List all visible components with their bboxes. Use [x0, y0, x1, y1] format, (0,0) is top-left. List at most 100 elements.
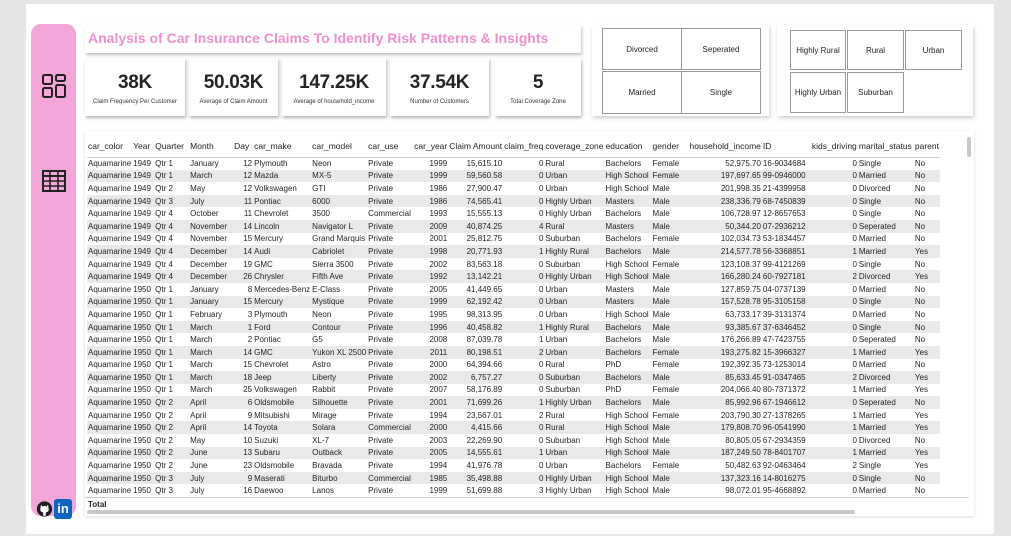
column-header[interactable]: Claim Amount	[448, 135, 504, 158]
slicer-tile-highly-urban[interactable]: Highly Urban	[790, 72, 846, 113]
table-cell: No	[913, 320, 940, 334]
table-row[interactable]: Aquamarine 1949 Qtr 3 July 11 Pontiac 6000 Priv…	[87, 194, 940, 208]
column-header[interactable]: coverage_zone	[544, 135, 605, 158]
table-cell: Qtr 1	[155, 335, 173, 345]
table-cell: 1950	[132, 446, 155, 460]
slicer-tile-seperated[interactable]: Seperated	[681, 28, 761, 70]
table-cell: GMC	[254, 259, 273, 269]
slicer-tile-married[interactable]: Married	[602, 71, 682, 114]
horizontal-scrollbar[interactable]	[87, 510, 855, 514]
table-cell: June	[189, 446, 234, 460]
table-cell: Fifth Ave	[311, 270, 368, 283]
column-header[interactable]: Month	[189, 135, 234, 158]
table-cell: Yukon XL 2500	[311, 345, 368, 359]
table-cell: 60-7927181	[761, 270, 811, 283]
table-row[interactable]: Aquamarine 1950 Qtr 3 July 16 Daewoo Lanos Priv…	[87, 484, 940, 497]
table-cell: 15	[243, 360, 253, 370]
linkedin-icon[interactable]: in	[54, 499, 72, 519]
column-header[interactable]: household_income	[688, 135, 762, 158]
table-row[interactable]: Aquamarine 1950 Qtr 1 March 2 Pontiac G5 Privat…	[87, 333, 940, 346]
table-cell: Volkswagen	[254, 183, 297, 193]
table-row[interactable]: Aquamarine 1950 Qtr 2 April 6 Oldsmobile Silho…	[87, 396, 940, 409]
table-cell: Aquamarine	[88, 183, 132, 193]
table-cell: 0	[538, 159, 544, 169]
column-header[interactable]: ID	[761, 135, 811, 158]
table-cell: 1949	[132, 219, 155, 233]
table-cell: 1986	[429, 183, 448, 193]
dashboard-icon[interactable]	[41, 73, 67, 99]
column-header[interactable]: parent	[913, 135, 940, 158]
table-cell: 2	[538, 410, 544, 420]
table-cell: 50,482.63	[725, 461, 761, 471]
table-row[interactable]: Aquamarine 1950 Qtr 2 April 9 Mitsubishi Mirag…	[87, 409, 940, 422]
table-cell: Aquamarine	[87, 295, 133, 309]
table-row[interactable]: Aquamarine 1949 Qtr 1 March 12 Mazda MX-5 Priva…	[87, 169, 940, 183]
table-cell: Private	[367, 345, 414, 359]
slicer-tile-urban[interactable]: Urban	[905, 30, 962, 70]
column-header[interactable]: Year	[132, 135, 155, 158]
github-icon[interactable]	[36, 499, 53, 519]
column-header[interactable]: gender	[651, 135, 689, 158]
column-header[interactable]: Quarter	[154, 135, 190, 158]
table-cell: Aquamarine	[88, 360, 132, 370]
table-grid-icon[interactable]	[41, 168, 67, 194]
column-header[interactable]: Day	[233, 135, 254, 158]
table-row[interactable]: Aquamarine 1949 Qtr 4 December 19 GMC Sierra 3…	[87, 258, 940, 271]
table-row[interactable]: Aquamarine 1949 Qtr 1 January 12 Plymouth Neon…	[87, 157, 940, 170]
column-header[interactable]: car_model	[311, 135, 368, 158]
table-row[interactable]: Aquamarine 1949 Qtr 2 May 12 Volkswagen GTI Pri…	[87, 182, 940, 195]
table-row[interactable]: Aquamarine 1949 Qtr 4 December 26 Chrysler Fif…	[87, 270, 940, 283]
table-row[interactable]: Aquamarine 1949 Qtr 4 November 15 Mercury Gran…	[87, 233, 940, 246]
table-row[interactable]: Aquamarine 1950 Qtr 3 July 9 Maserati Biturbo C…	[87, 471, 940, 485]
table-cell: No	[914, 335, 926, 345]
column-header[interactable]: education	[604, 135, 652, 158]
table-row[interactable]: Aquamarine 1950 Qtr 1 March 25 Volkswagen Rabb…	[87, 384, 940, 397]
slicer-tile-highly-rural[interactable]: Highly Rural	[790, 30, 846, 70]
slicer-tile-rural[interactable]: Rural	[847, 30, 904, 70]
table-cell: Highly Urban	[544, 194, 605, 208]
column-header[interactable]: car_make	[253, 135, 312, 158]
table-row[interactable]: Aquamarine 1950 Qtr 2 May 10 Suzuki XL-7 Privat…	[87, 434, 940, 447]
table-row[interactable]: Aquamarine 1950 Qtr 1 March 15 Chevrolet Astro…	[87, 359, 940, 372]
table-row[interactable]: Aquamarine 1950 Qtr 1 February 3 Plymouth Neon…	[87, 308, 940, 321]
column-header[interactable]: marital_status	[857, 135, 914, 158]
table-cell: Astro	[312, 360, 331, 370]
table-cell: Male	[652, 309, 670, 319]
table-row[interactable]: Aquamarine 1950 Qtr 2 April 14 Toyota Solara Co…	[87, 421, 940, 435]
table-cell: 14-8016275	[761, 471, 811, 485]
table-cell: December	[189, 245, 234, 258]
table-cell: Male	[651, 446, 689, 460]
column-header[interactable]: claim_freq	[503, 135, 545, 158]
table-cell: 8	[247, 284, 253, 294]
table-cell: Female	[652, 360, 680, 370]
table-row[interactable]: Aquamarine 1950 Qtr 1 January 8 Mercedes-Benz…	[87, 283, 940, 296]
table-cell: 2009	[413, 219, 449, 233]
column-header[interactable]: car_use	[367, 135, 414, 158]
table-cell: Male	[651, 421, 689, 435]
table-row[interactable]: Aquamarine 1950 Qtr 2 June 13 Subaru Outback Pr…	[87, 446, 940, 460]
vertical-scrollbar[interactable]	[967, 137, 971, 157]
column-header[interactable]: kids_driving	[810, 135, 858, 158]
slicer-tile-suburban[interactable]: Suburban	[847, 72, 904, 113]
table-cell: Married	[858, 284, 887, 294]
table-cell: Seperated	[858, 335, 896, 345]
table-row[interactable]: Aquamarine 1949 Qtr 4 December 14 Audi Cabriol…	[87, 245, 940, 258]
table-cell: 1999	[429, 486, 448, 496]
table-cell: Urban	[545, 183, 568, 193]
slicer-tile-divorced[interactable]: Divorced	[602, 28, 682, 70]
table-cell: 1950	[133, 461, 151, 471]
table-cell: Mystique	[311, 295, 368, 309]
table-cell: Urban	[545, 335, 568, 345]
table-row[interactable]: Aquamarine 1949 Qtr 4 November 14 Lincoln Navi…	[87, 219, 940, 233]
slicer-tile-single[interactable]: Single	[681, 71, 761, 114]
table-cell: 62,192.42	[448, 295, 504, 309]
table-row[interactable]: Aquamarine 1950 Qtr 1 March 18 Jeep Liberty Pri…	[87, 371, 940, 384]
table-cell: Qtr 1	[155, 385, 173, 395]
column-header[interactable]: car_color	[87, 135, 133, 158]
table-row[interactable]: Aquamarine 1950 Qtr 1 March 1 Ford Contour Priv…	[87, 320, 940, 334]
table-row[interactable]: Aquamarine 1950 Qtr 1 March 14 GMC Yukon XL 25…	[87, 345, 940, 359]
table-row[interactable]: Aquamarine 1950 Qtr 1 January 15 Mercury Mysti…	[87, 295, 940, 309]
table-row[interactable]: Aquamarine 1949 Qtr 4 October 11 Chevrolet 350…	[87, 207, 940, 220]
table-row[interactable]: Aquamarine 1950 Qtr 2 June 23 Oldsmobile Brava…	[87, 459, 940, 472]
column-header[interactable]: car_year	[413, 135, 449, 158]
